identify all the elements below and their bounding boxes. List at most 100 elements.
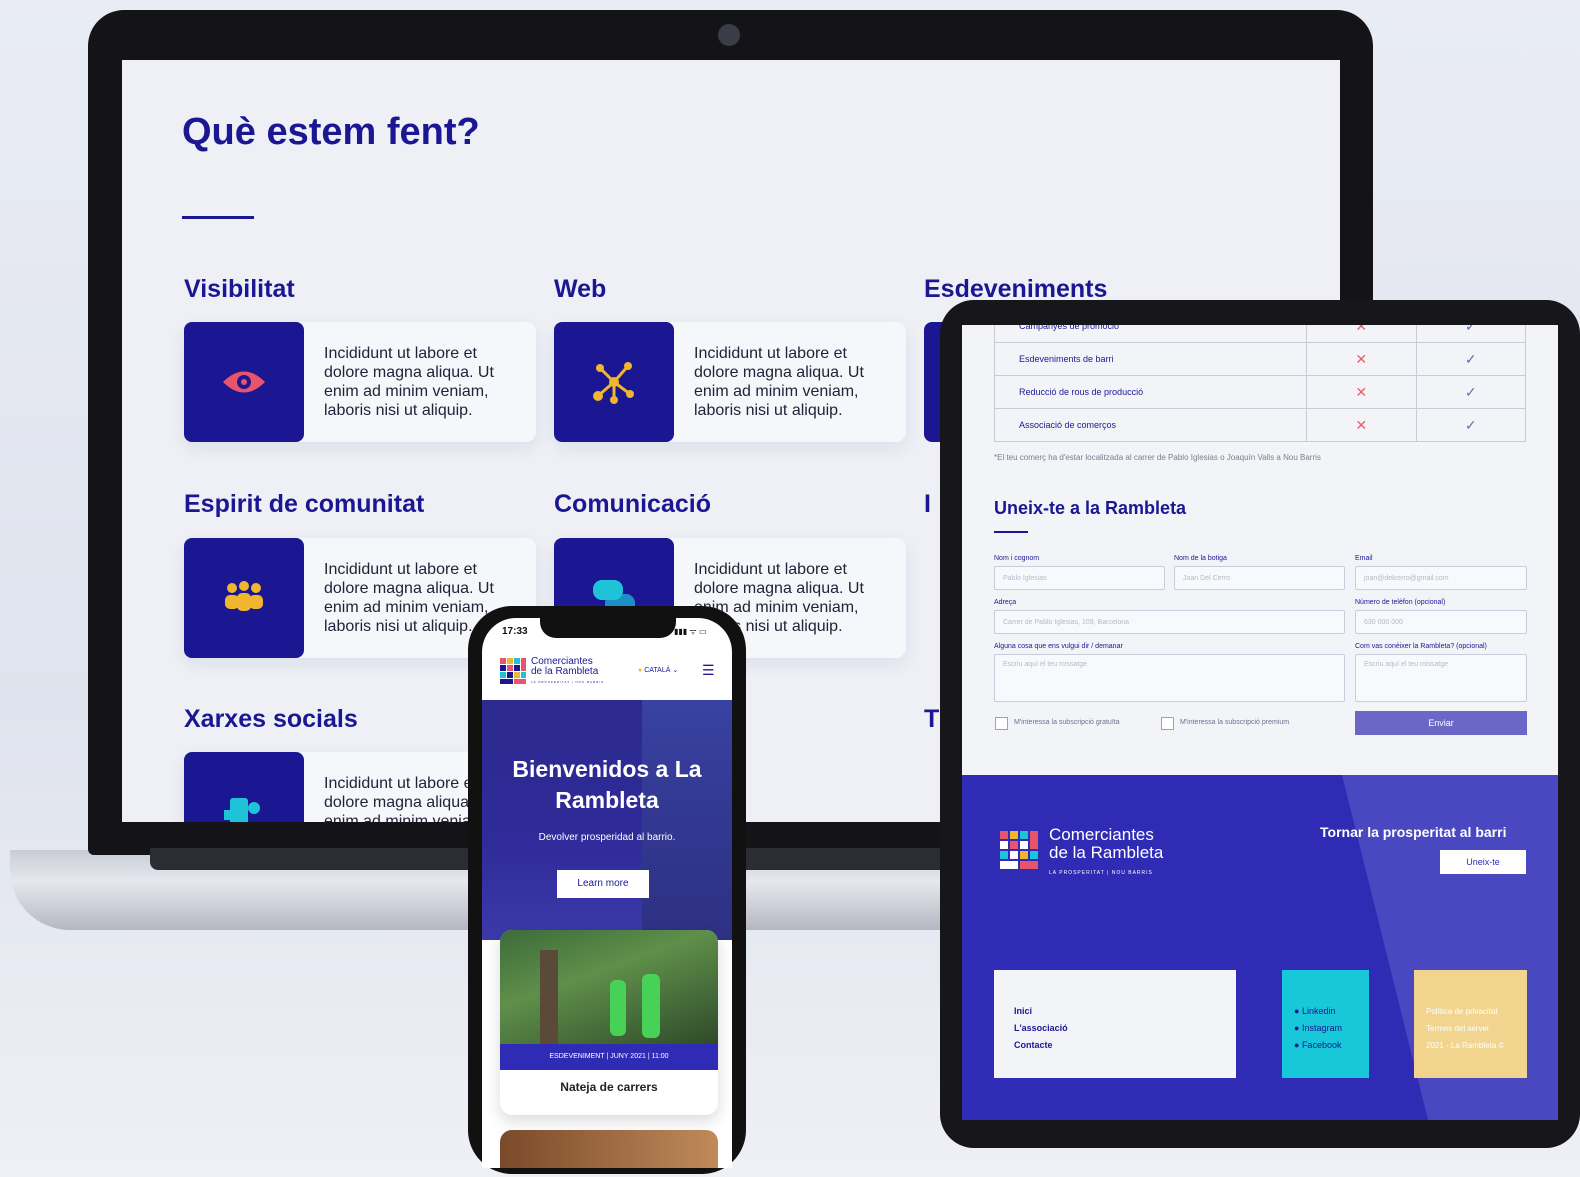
address-input[interactable]: Carrer de Pablo Iglesias, 109, Barcelona bbox=[994, 610, 1345, 634]
brand-line-1: Comerciantes bbox=[1049, 825, 1154, 844]
brand-logo-icon bbox=[1000, 831, 1038, 869]
service-icon-box bbox=[184, 752, 304, 822]
checkbox-premium[interactable] bbox=[1161, 717, 1174, 730]
check-icon: ✓ bbox=[1415, 408, 1526, 442]
facebook-icon: ● bbox=[1294, 1040, 1302, 1050]
phone-input[interactable]: 630 000 000 bbox=[1355, 610, 1527, 634]
service-icon-box bbox=[554, 322, 674, 442]
phone-screen: 17:33 ▮▮▮ ᯤ ▭ Comerciantes de la Ramblet… bbox=[482, 618, 732, 1168]
event-image bbox=[500, 930, 718, 1044]
footer-link-contacte[interactable]: Contacte bbox=[1014, 1037, 1068, 1054]
next-event-image bbox=[500, 1130, 718, 1168]
table-row: Associació de comerços ✕ ✓ bbox=[993, 408, 1526, 442]
shop-input[interactable]: Joan Del Cerro bbox=[1174, 566, 1345, 590]
footer-cta-title: Tornar la prosperitat al barri bbox=[1320, 824, 1507, 840]
facebook-link[interactable]: ● Facebook bbox=[1294, 1037, 1342, 1054]
brand-tagline: LA PROSPERITAT | NOU BARRIS bbox=[1049, 870, 1153, 876]
row-label: Campanyes de promoció bbox=[993, 325, 1308, 343]
checkbox-free-label: M'interessa la subscripció gratuïta bbox=[1014, 719, 1120, 726]
language-selector[interactable]: ● CATALÀ ⌄ bbox=[638, 666, 678, 674]
service-card-visibilitat[interactable]: Incididunt ut labore et dolore magna ali… bbox=[184, 322, 536, 442]
instagram-icon: ● bbox=[1294, 1023, 1302, 1033]
email-input[interactable]: joan@delcerro@gmail.com bbox=[1355, 566, 1527, 590]
laptop-camera bbox=[718, 24, 740, 46]
label-name: Nom i cognom bbox=[994, 555, 1040, 562]
privacy-link[interactable]: Política de privacitat bbox=[1426, 1003, 1504, 1020]
tablet-screen: Campanyes de promoció ✕ ✓ Esdeveniments de… bbox=[962, 325, 1558, 1120]
chevron-down-icon: ⌄ bbox=[670, 667, 679, 674]
brand-line-2: de la Rambleta bbox=[1049, 843, 1164, 862]
title-underline bbox=[182, 216, 254, 219]
brand-line-2: de la Rambleta bbox=[531, 666, 599, 677]
footer-nav-card: Inici L'associació Contacte bbox=[994, 970, 1236, 1078]
table-row: Esdeveniments de barri ✕ ✓ bbox=[993, 342, 1526, 376]
cross-icon: ✕ bbox=[1306, 325, 1417, 343]
terms-link[interactable]: Termes del servei bbox=[1426, 1020, 1504, 1037]
instagram-link[interactable]: ● Instagram bbox=[1294, 1020, 1342, 1037]
service-title-comunitat: Espirit de comunitat bbox=[184, 490, 425, 518]
check-icon: ✓ bbox=[1415, 325, 1526, 343]
service-title-comunicacio: Comunicació bbox=[554, 490, 711, 518]
service-description: Incididunt ut labore et dolore magna ali… bbox=[324, 345, 494, 419]
name-input[interactable]: Pablo Iglesias bbox=[994, 566, 1165, 590]
menu-icon[interactable]: ☰ bbox=[702, 662, 715, 679]
social-icon bbox=[224, 798, 260, 822]
row-label: Associació de comerços bbox=[993, 408, 1308, 442]
check-icon: ✓ bbox=[1415, 342, 1526, 376]
worker-figure bbox=[610, 980, 626, 1036]
join-button[interactable]: Uneix-te bbox=[1440, 850, 1526, 874]
service-title-visibilitat: Visibilitat bbox=[184, 275, 295, 303]
cross-icon: ✕ bbox=[1306, 342, 1417, 376]
brand-tagline: LA PROSPERITAT | NOU BARRIS bbox=[531, 680, 605, 684]
checkbox-premium-label: M'interessa la subscripció premium bbox=[1180, 719, 1290, 726]
submit-button[interactable]: Enviar bbox=[1355, 711, 1527, 735]
footer-link-associacio[interactable]: L'associació bbox=[1014, 1020, 1068, 1037]
service-icon-box bbox=[184, 538, 304, 658]
table-footnote: *El teu comerç ha d'estar localitzada al… bbox=[994, 453, 1321, 462]
event-card[interactable]: ESDEVENIMENT | JUNY 2021 | 11:00 Nateja … bbox=[500, 930, 718, 1115]
status-time: 17:33 bbox=[502, 626, 528, 637]
service-description: Incididunt ut labore et dolore magna ali… bbox=[694, 345, 864, 419]
service-icon-box bbox=[184, 322, 304, 442]
row-label: Esdeveniments de barri bbox=[993, 342, 1308, 376]
form-title: Uneix-te a la Rambleta bbox=[994, 498, 1187, 518]
label-phone: Número de telèfon (opcional) bbox=[1355, 599, 1446, 606]
label-address: Adreça bbox=[994, 599, 1017, 606]
label-shop: Nom de la botiga bbox=[1174, 555, 1227, 562]
service-title-web: Web bbox=[554, 275, 607, 303]
learn-more-button[interactable]: Learn more bbox=[557, 870, 649, 898]
service-title-partial-2: T bbox=[924, 705, 940, 733]
event-title: Nateja de carrers bbox=[560, 1080, 658, 1094]
copyright: 2021 - La Rambleta © bbox=[1426, 1041, 1505, 1050]
how-textarea[interactable]: Escriu aquí el teu missatge bbox=[1355, 654, 1527, 702]
linkedin-icon: ● bbox=[1294, 1006, 1302, 1016]
label-message: Alguna cosa que ens vulgui dir / demanar bbox=[994, 643, 1123, 650]
footer-link-inici[interactable]: Inici bbox=[1014, 1003, 1068, 1020]
checkbox-free[interactable] bbox=[995, 717, 1008, 730]
community-icon bbox=[225, 581, 263, 611]
status-icons: ▮▮▮ ᯤ ▭ bbox=[674, 627, 707, 636]
comparison-table: Campanyes de promoció ✕ ✓ Esdeveniments de… bbox=[993, 325, 1526, 442]
service-title-partial: I bbox=[924, 490, 931, 518]
footer-social-card: ● Linkedin ● Instagram ● Facebook bbox=[1282, 970, 1369, 1078]
worker-figure bbox=[642, 974, 660, 1038]
row-label: Reducció de rous de producció bbox=[993, 375, 1308, 409]
event-meta: ESDEVENIMENT | JUNY 2021 | 11:00 bbox=[500, 1044, 718, 1070]
hero-subtitle: Devolver prosperidad al barrio. bbox=[538, 832, 676, 843]
table-row: Campanyes de promoció ✕ ✓ bbox=[993, 325, 1526, 343]
linkedin-link[interactable]: ● Linkedin bbox=[1294, 1003, 1342, 1020]
service-card-web[interactable]: Incididunt ut labore et dolore magna ali… bbox=[554, 322, 906, 442]
brand-logo-icon bbox=[500, 658, 526, 684]
footer-legal-card: Política de privacitat Termes del servei… bbox=[1414, 970, 1527, 1078]
table-row: Reducció de rous de producció ✕ ✓ bbox=[993, 375, 1526, 409]
check-icon: ✓ bbox=[1415, 375, 1526, 409]
cross-icon: ✕ bbox=[1306, 408, 1417, 442]
label-email: Email bbox=[1355, 555, 1373, 562]
phone-brand: Comerciantes de la Rambleta LA PROSPERIT… bbox=[531, 657, 604, 687]
message-textarea[interactable]: Escriu aquí el teu missatge bbox=[994, 654, 1345, 702]
label-how: Com vas conèixer la Rambleta? (opcional) bbox=[1355, 643, 1487, 650]
hero-background bbox=[642, 700, 732, 940]
cross-icon: ✕ bbox=[1306, 375, 1417, 409]
section-title: Què estem fent? bbox=[182, 111, 480, 153]
footer-brand: Comerciantes de la Rambleta LA PROSPERIT… bbox=[1049, 826, 1163, 882]
